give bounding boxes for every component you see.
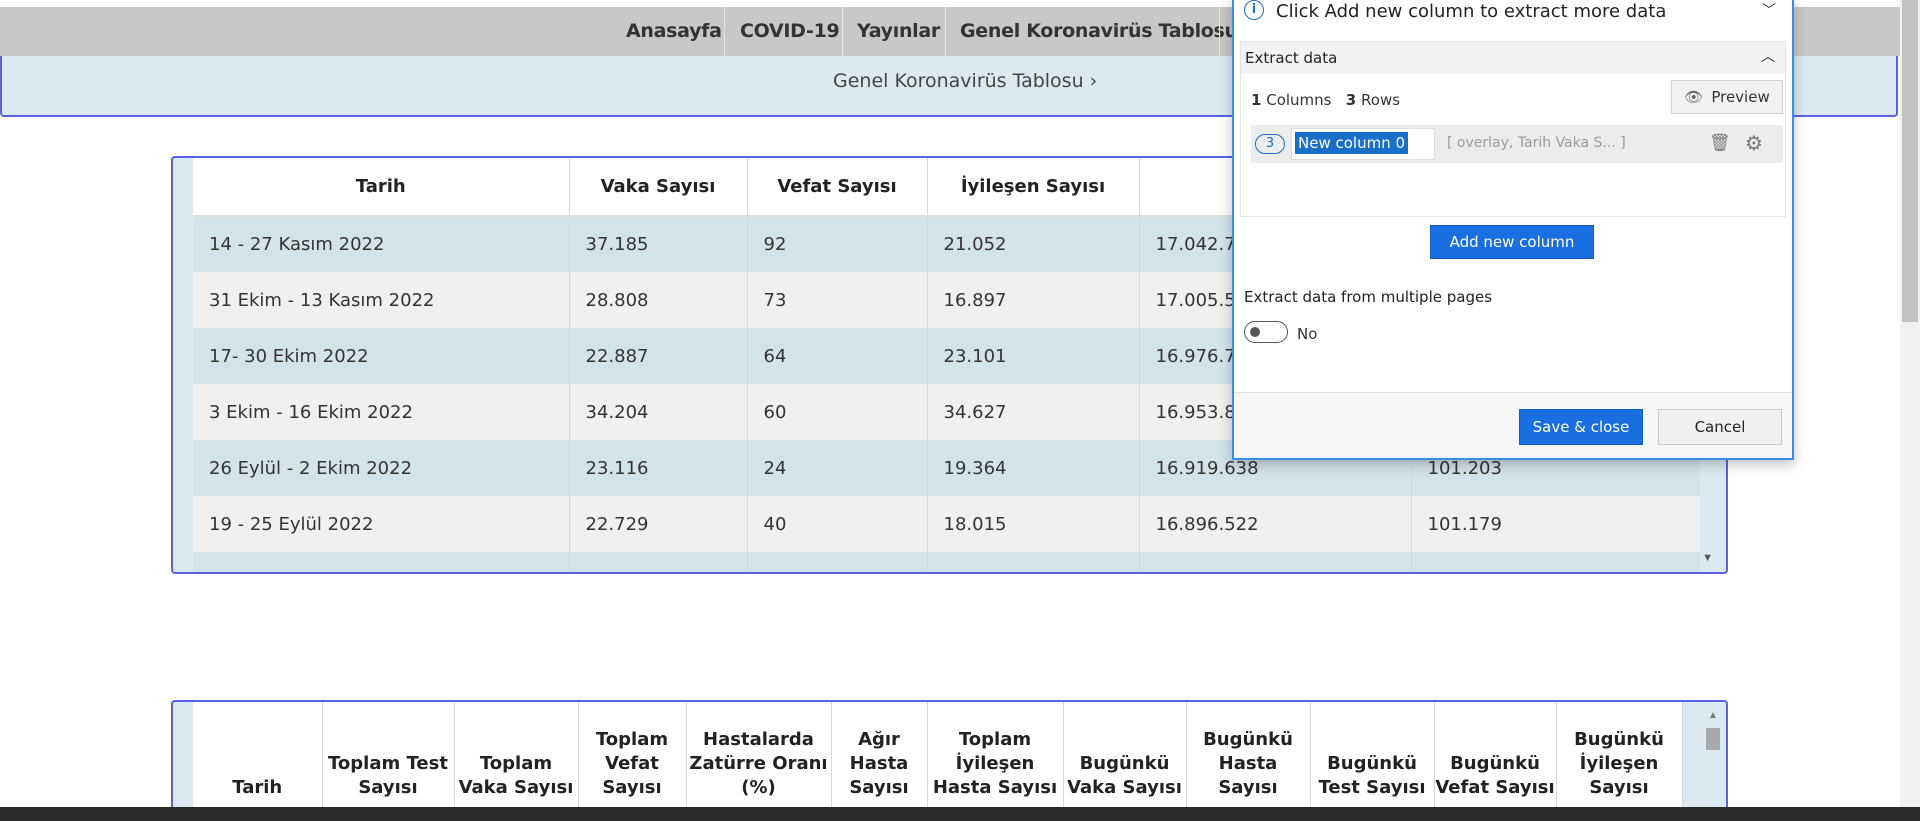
page-scrollbar-thumb[interactable]: [1902, 0, 1918, 322]
table-cell: 60: [747, 384, 928, 440]
column-header: Ağır Hasta Sayısı: [831, 702, 928, 814]
taskbar-strip: [0, 807, 1920, 821]
table-cell: 101.179: [1411, 496, 1712, 552]
multiple-pages-toggle[interactable]: [1244, 321, 1288, 343]
table-cell: 40: [747, 496, 928, 552]
page-scrollbar[interactable]: [1900, 0, 1920, 807]
column-header: Toplam Test Sayısı: [322, 702, 455, 814]
table-scrollbar[interactable]: ▲: [1702, 706, 1722, 821]
extract-data-panel: i Click Add new column to extract more d…: [1232, 0, 1794, 460]
eye-icon: 👁: [1684, 88, 1704, 106]
info-icon: i: [1244, 0, 1264, 20]
toggle-value: No: [1297, 325, 1318, 343]
save-close-button[interactable]: Save & close: [1519, 409, 1643, 445]
nav-divider: [945, 7, 946, 56]
hint-bar[interactable]: i Click Add new column to extract more d…: [1234, 0, 1792, 28]
table-cell: 22.887: [569, 328, 748, 384]
table-cell: 23.116: [569, 440, 748, 496]
column-name-input[interactable]: New column 0: [1291, 128, 1435, 160]
table-cell: 34.204: [569, 384, 748, 440]
table-cell: 22.729: [569, 496, 748, 552]
column-selector-path: [ overlay, Tarih Vaka S... ]: [1447, 135, 1626, 151]
nav-divider: [1219, 7, 1220, 56]
add-new-column-button[interactable]: Add new column: [1430, 225, 1594, 259]
column-header: Tarih: [193, 702, 323, 814]
trash-icon[interactable]: 🗑: [1709, 133, 1731, 153]
table-cell: 26 Eylül - 2 Ekim 2022: [193, 440, 570, 496]
chevron-down-icon[interactable]: ﹀: [1762, 0, 1776, 20]
column-header: Vefat Sayısı: [747, 158, 928, 217]
table-header-row: Tarih Toplam Test Sayısı Toplam Vaka Say…: [193, 702, 1683, 814]
scrollbar-thumb[interactable]: [1706, 728, 1720, 750]
table-cell: 18.015: [927, 496, 1140, 552]
table-cell: 16.897: [927, 272, 1140, 328]
table-cell: 34.627: [927, 384, 1140, 440]
multiple-pages-label: Extract data from multiple pages: [1244, 288, 1493, 306]
section-header[interactable]: Extract data ︿: [1241, 42, 1785, 74]
table-row: 19 - 25 Eylül 2022 22.729 40 18.015 16.8…: [193, 496, 1712, 552]
table-cell: 19 - 25 Eylül 2022: [193, 496, 570, 552]
column-header: Hastalarda Zatürre Oranı (%): [686, 702, 832, 814]
section-title: Extract data: [1245, 49, 1338, 67]
table-cell: 17- 30 Ekim 2022: [193, 328, 570, 384]
table-cell: 19.364: [927, 440, 1140, 496]
counts-summary: 1 Columns 3 Rows: [1251, 91, 1400, 109]
column-row[interactable]: 3 New column 0 [ overlay, Tarih Vaka S..…: [1251, 125, 1783, 163]
toggle-knob: [1250, 327, 1260, 337]
cancel-button[interactable]: Cancel: [1658, 409, 1782, 445]
gear-icon[interactable]: ⚙: [1745, 131, 1767, 155]
nav-item-anasayfa[interactable]: Anasayfa: [626, 7, 722, 56]
columns-count: 1: [1251, 91, 1262, 109]
preview-button[interactable]: 👁 Preview: [1671, 80, 1783, 114]
table-cell: 73: [747, 272, 928, 328]
scroll-up-arrow-icon[interactable]: ▲: [1708, 710, 1718, 721]
table-cell: 28.808: [569, 272, 748, 328]
column-header: Toplam İyileşen Hasta Sayısı: [927, 702, 1064, 814]
nav-item-genel-tablo[interactable]: Genel Koronavirüs Tablosu: [960, 7, 1238, 56]
table-cell: 31 Ekim - 13 Kasım 2022: [193, 272, 570, 328]
table-row-partial: [193, 552, 1712, 572]
columns-label: Columns: [1266, 91, 1332, 109]
daily-data-table-container: Tarih Toplam Test Sayısı Toplam Vaka Say…: [171, 700, 1728, 821]
hint-text: Click Add new column to extract more dat…: [1276, 1, 1667, 22]
daily-data-table: Tarih Toplam Test Sayısı Toplam Vaka Say…: [193, 702, 1683, 814]
column-header: İyileşen Sayısı: [927, 158, 1140, 217]
scroll-down-arrow-icon[interactable]: ▼: [1702, 552, 1713, 564]
nav-divider: [724, 7, 725, 56]
column-header: Vaka Sayısı: [569, 158, 748, 217]
rows-label: Rows: [1361, 91, 1401, 109]
table-cell: 37.185: [569, 216, 748, 272]
table-cell: 23.101: [927, 328, 1140, 384]
column-header: Bugünkü İyileşen Sayısı: [1556, 702, 1683, 814]
column-header: Toplam Vaka Sayısı: [454, 702, 579, 814]
column-header: Bugünkü Hasta Sayısı: [1186, 702, 1311, 814]
rows-count: 3: [1345, 91, 1357, 109]
table-cell: 64: [747, 328, 928, 384]
extract-data-section: Extract data ︿ 1 Columns 3 Rows 👁 Preview…: [1240, 41, 1786, 217]
nav-divider: [842, 7, 843, 56]
table-cell: 14 - 27 Kasım 2022: [193, 216, 570, 272]
table-cell: 21.052: [927, 216, 1140, 272]
table-cell: 24: [747, 440, 928, 496]
table-cell: 16.896.522: [1139, 496, 1412, 552]
column-header: Bugünkü Vaka Sayısı: [1063, 702, 1187, 814]
preview-label: Preview: [1711, 88, 1770, 106]
panel-footer: Save & close Cancel: [1234, 392, 1792, 458]
column-header: Tarih: [193, 158, 570, 217]
chevron-up-icon[interactable]: ︿: [1761, 46, 1775, 66]
column-count-badge: 3: [1255, 134, 1285, 154]
table-cell: 3 Ekim - 16 Ekim 2022: [193, 384, 570, 440]
nav-item-yayinlar[interactable]: Yayınlar: [857, 7, 940, 56]
column-header: Bugünkü Vefat Sayısı: [1434, 702, 1557, 814]
column-name-text: New column 0: [1295, 132, 1409, 154]
nav-item-covid[interactable]: COVID-19: [740, 7, 840, 56]
table-cell: 92: [747, 216, 928, 272]
column-header: Toplam Vefat Sayısı: [578, 702, 687, 814]
page: Anasayfa COVID-19 Yayınlar Genel Koronav…: [0, 0, 1920, 821]
column-header: Bugünkü Test Sayısı: [1310, 702, 1435, 814]
breadcrumb[interactable]: Genel Koronavirüs Tablosu ›: [833, 70, 1097, 92]
